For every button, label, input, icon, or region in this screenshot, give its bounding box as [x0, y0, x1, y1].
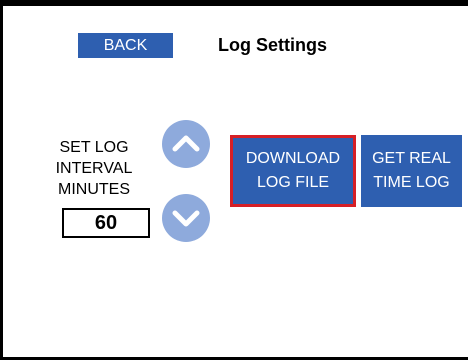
realtime-button-label-line: GET REAL	[372, 150, 451, 167]
download-log-file-button[interactable]: DOWNLOAD LOG FILE	[230, 135, 356, 207]
interval-value-field[interactable]: 60	[62, 208, 150, 238]
realtime-button-label-line: TIME LOG	[373, 174, 450, 191]
increase-interval-button[interactable]	[162, 120, 210, 168]
page-title: Log Settings	[218, 35, 327, 55]
interval-label-line: SET LOG	[59, 139, 129, 156]
download-button-label-line: LOG FILE	[256, 174, 330, 191]
interval-label-line: INTERVAL	[55, 160, 133, 177]
interval-label-line: MINUTES	[58, 181, 130, 198]
chevron-up-icon	[172, 135, 200, 152]
download-button-label-line: DOWNLOAD	[245, 150, 341, 167]
get-real-time-log-button[interactable]: GET REAL TIME LOG	[361, 135, 462, 207]
back-button[interactable]: BACK	[78, 33, 173, 58]
decrease-interval-button[interactable]	[162, 194, 210, 242]
chevron-down-icon	[172, 210, 200, 227]
interval-label: SET LOG INTERVAL MINUTES	[49, 137, 139, 200]
